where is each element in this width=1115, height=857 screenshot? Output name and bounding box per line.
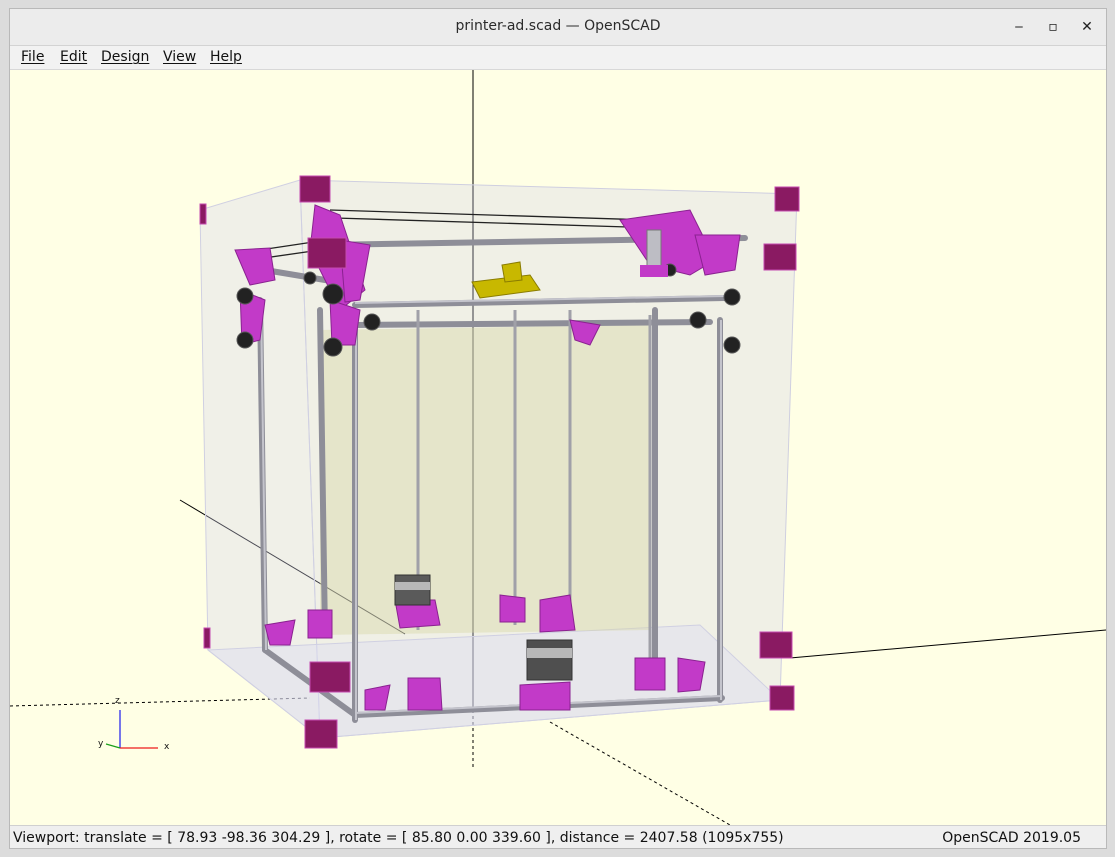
close-button[interactable]: ✕ <box>1075 15 1099 39</box>
menu-bar: File Edit Design View Help <box>10 46 1106 70</box>
axis-label-y: y <box>98 739 104 749</box>
axis-label-x: x <box>164 742 170 752</box>
menu-edit[interactable]: Edit <box>60 49 87 65</box>
axis-gizmo <box>105 710 158 749</box>
model-render <box>10 70 1106 825</box>
window-title: printer-ad.scad — OpenSCAD <box>455 18 661 34</box>
axis-label-z: z <box>115 696 120 706</box>
3d-viewport[interactable]: z x y <box>10 70 1106 825</box>
maximize-button[interactable]: ▫ <box>1041 15 1065 39</box>
status-bar: Viewport: translate = [ 78.93 -98.36 304… <box>10 825 1106 848</box>
title-bar[interactable]: printer-ad.scad — OpenSCAD ‒ ▫ ✕ <box>10 9 1106 46</box>
menu-file[interactable]: File <box>21 49 44 65</box>
menu-view[interactable]: View <box>163 49 196 65</box>
minimize-button[interactable]: ‒ <box>1007 15 1031 39</box>
app-window: printer-ad.scad — OpenSCAD ‒ ▫ ✕ File Ed… <box>9 8 1107 849</box>
viewport-status: Viewport: translate = [ 78.93 -98.36 304… <box>13 830 784 846</box>
menu-help[interactable]: Help <box>210 49 242 65</box>
menu-design[interactable]: Design <box>101 49 149 65</box>
version-label: OpenSCAD 2019.05 <box>942 830 1081 846</box>
